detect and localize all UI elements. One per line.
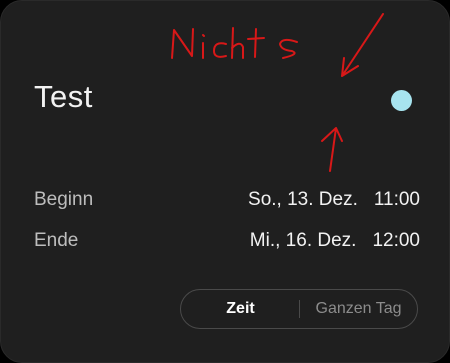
end-row: Ende Mi., 16. Dez. 12:00: [34, 230, 420, 256]
end-date[interactable]: Mi., 16. Dez.: [250, 230, 357, 251]
begin-row: Beginn So., 13. Dez. 11:00: [34, 189, 420, 215]
time-mode-button[interactable]: Zeit: [181, 290, 300, 328]
event-title[interactable]: Test: [34, 79, 93, 115]
event-color-dot[interactable]: [391, 90, 412, 111]
begin-date[interactable]: So., 13. Dez.: [248, 189, 358, 210]
allday-mode-button[interactable]: Ganzen Tag: [300, 290, 417, 328]
event-edit-card: Test Beginn So., 13. Dez. 11:00 Ende Mi.,…: [0, 0, 450, 363]
begin-label: Beginn: [34, 189, 94, 210]
begin-datetime[interactable]: So., 13. Dez. 11:00: [248, 189, 420, 211]
mode-segmented-control: Zeit Ganzen Tag: [180, 289, 418, 329]
end-datetime[interactable]: Mi., 16. Dez. 12:00: [250, 230, 420, 252]
end-label: Ende: [34, 230, 79, 251]
begin-time[interactable]: 11:00: [374, 189, 420, 210]
end-time[interactable]: 12:00: [372, 230, 420, 251]
